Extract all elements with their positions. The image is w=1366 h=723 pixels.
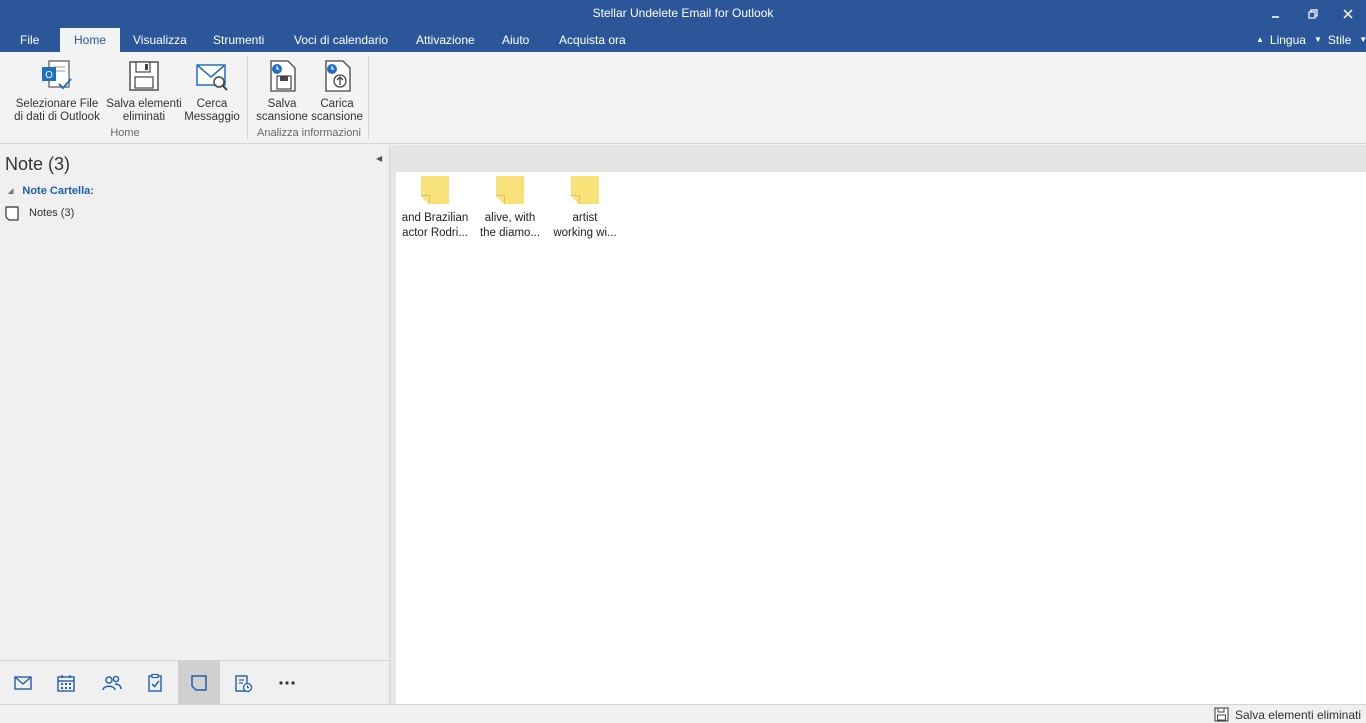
ribbon: O Selezionare File di dati di Outlook Sa… [0,52,1366,144]
restore-button[interactable] [1296,0,1330,28]
save-scan-button[interactable]: Salva scansione [254,56,310,126]
save-deleted-label-2: eliminati [122,111,166,123]
nav-calendar[interactable] [45,661,87,704]
language-label: Lingua [1269,33,1306,47]
load-scan-icon [319,58,355,94]
group-separator [368,56,369,140]
style-menu[interactable]: ▼ Stile ▼ [1314,28,1366,52]
status-save-button[interactable]: Salva elementi eliminati [1214,707,1361,722]
sticky-note-icon [571,176,599,204]
note-text-line2: the diamo... [479,227,541,239]
nav-tasks[interactable] [134,661,176,704]
restore-icon [1308,9,1318,19]
svg-text:O: O [45,70,53,81]
menu-bar: File Home Visualizza Strumenti Voci di c… [0,28,1366,52]
note-text-line1: alive, with [484,212,536,224]
note-item[interactable]: artist working wi... [548,176,622,241]
notes-view: and Brazilian actor Rodri... alive, with… [396,145,1366,704]
tab-attivazione[interactable]: Attivazione [402,28,489,52]
caret-down-icon: ▼ [1314,35,1322,44]
nav-notes[interactable] [178,661,220,704]
outlook-file-icon: O [39,58,75,94]
tasks-icon [148,673,162,692]
more-icon [279,680,295,685]
select-file-label-1: Selezionare File [15,98,99,110]
mail-icon [14,675,32,690]
title-bar: Stellar Undelete Email for Outlook [0,0,1366,28]
load-scan-label-1: Carica [320,98,354,110]
note-item[interactable]: alive, with the diamo... [473,176,547,241]
sticky-note-icon [496,176,524,204]
save-scan-label-2: scansione [256,111,308,123]
note-text-line1: and Brazilian [401,212,469,224]
tree-item-notes[interactable]: Notes (3) [5,204,74,222]
tab-acquista-ora[interactable]: Acquista ora [545,28,640,52]
tree-item-label: Notes (3) [29,207,75,219]
nav-mail[interactable] [2,661,44,704]
collapse-panel-icon[interactable]: ◀ [376,154,382,163]
save-deleted-items-button[interactable]: Salva elementi eliminati [106,56,182,126]
mail-search-icon [194,58,230,94]
tree-header[interactable]: ◢ Note Cartella: [8,185,94,197]
save-scan-icon [264,58,300,94]
style-label: Stile [1327,33,1352,47]
save-deleted-label-1: Salva elementi [106,98,182,110]
note-text-line1: artist [572,212,598,224]
note-icon [5,205,19,221]
notes-view-header [396,145,1366,172]
status-save-label: Salva elementi eliminati [1234,707,1361,722]
group-label-home: Home [110,127,140,139]
close-icon [1343,9,1353,19]
load-scan-button[interactable]: Carica scansione [310,56,364,126]
nav-contacts[interactable] [91,661,133,704]
window-title: Stellar Undelete Email for Outlook [592,6,774,20]
floppy-save-icon [1214,707,1229,722]
tab-visualizza[interactable]: Visualizza [119,28,201,52]
note-text-line2: working wi... [553,227,617,239]
caret-down-icon: ▼ [1359,35,1366,44]
bottom-navigation [0,660,389,704]
caret-up-icon: ▲ [1256,35,1264,44]
folder-panel: Note (3) ◀ ◢ Note Cartella: Notes (3) [0,145,390,704]
search-message-button[interactable]: Cerca Messaggio [182,56,242,126]
select-outlook-file-button[interactable]: O Selezionare File di dati di Outlook [8,56,106,126]
floppy-save-icon [126,58,162,94]
select-file-label-2: di dati di Outlook [14,111,100,123]
panel-title: Note (3) [5,154,71,174]
tab-strumenti[interactable]: Strumenti [199,28,278,52]
calendar-icon [57,674,75,692]
tab-file[interactable]: File [6,28,53,52]
group-separator [247,56,248,140]
search-message-label-2: Messaggio [184,111,240,123]
save-scan-label-1: Salva [267,98,297,110]
tab-voci-di-calendario[interactable]: Voci di calendario [280,28,402,52]
tab-aiuto[interactable]: Aiuto [488,28,543,52]
note-item[interactable]: and Brazilian actor Rodri... [398,176,472,241]
language-menu[interactable]: ▲ Lingua [1256,28,1306,52]
contacts-icon [102,675,122,690]
minimize-button[interactable] [1259,0,1293,28]
nav-more[interactable] [266,661,308,704]
nav-journal[interactable] [222,661,264,704]
tree-header-label: Note Cartella: [22,185,94,197]
notes-icon [191,674,207,691]
search-message-label-1: Cerca [196,98,228,110]
minimize-icon [1272,16,1279,18]
group-label-analyze: Analizza informazioni [257,127,361,139]
load-scan-label-2: scansione [311,111,363,123]
tab-home[interactable]: Home [60,28,121,52]
status-bar: Salva elementi eliminati [0,704,1366,723]
close-button[interactable] [1331,0,1365,28]
note-text-line2: actor Rodri... [402,227,468,239]
sticky-note-icon [421,176,449,204]
journal-icon [235,674,253,692]
expand-triangle-icon[interactable]: ◢ [8,188,13,195]
